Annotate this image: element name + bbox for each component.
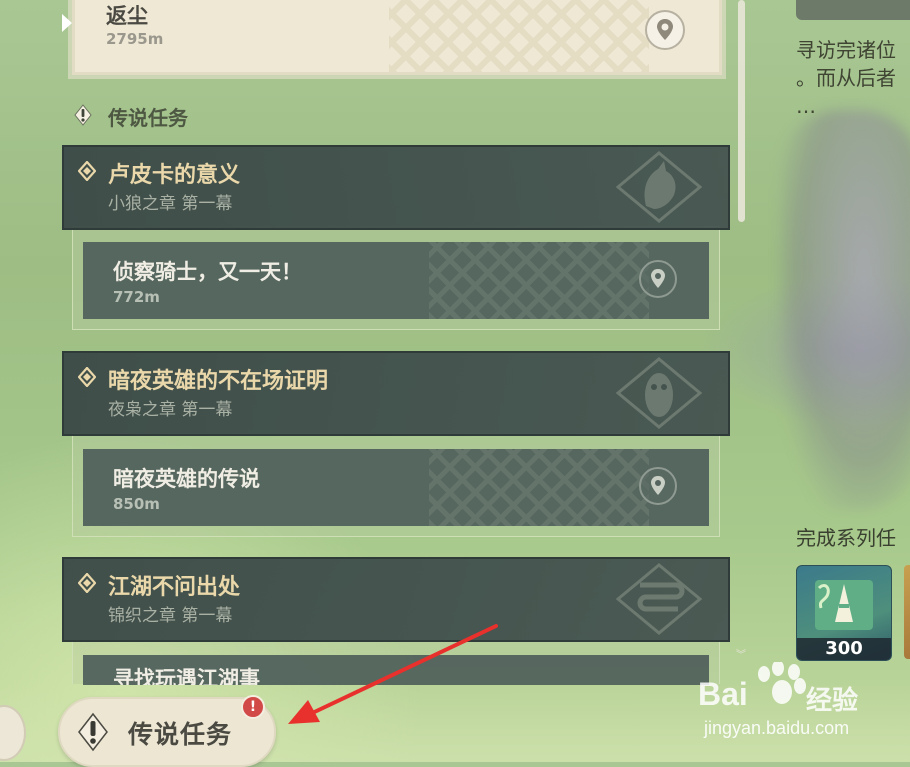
quest-step-distance: 772m — [113, 288, 160, 306]
quest-step-card[interactable]: 暗夜英雄的传说 850m — [83, 449, 709, 526]
adventure-exp-icon — [815, 580, 873, 630]
map-pin-button[interactable] — [639, 467, 677, 505]
quest-diamond-icon — [78, 161, 96, 181]
map-pin-icon — [657, 19, 673, 40]
quest-title: 暗夜英雄的不在场证明 — [108, 369, 329, 394]
map-pin-button[interactable] — [639, 260, 677, 298]
card-pattern — [429, 449, 649, 526]
active-indicator-arrow — [62, 14, 72, 32]
quest-description: 寻访完诸位 。而从后者 … — [796, 36, 910, 120]
notification-badge: ! — [241, 695, 265, 719]
quest-chapter: 夜枭之章 第一幕 — [108, 400, 233, 420]
map-pin-button[interactable] — [645, 10, 685, 50]
reward-item[interactable]: 300 — [796, 565, 892, 661]
active-quest-distance: 2795m — [106, 30, 164, 48]
quest-diamond-icon — [78, 367, 96, 387]
scroll-down-chevron-icon[interactable]: ︾ — [736, 651, 748, 661]
legend-quest-icon — [74, 104, 92, 126]
map-pin-icon — [651, 269, 665, 288]
annotation-arrow-icon — [288, 624, 498, 724]
legend-quest-tab-label: 传说任务 — [128, 720, 233, 749]
quest-step-distance: 850m — [113, 495, 160, 513]
scroll-emblem-icon — [616, 563, 702, 635]
section-title: 传说任务 — [108, 106, 188, 130]
quest-source-chip — [796, 0, 910, 20]
quest-step-title: 暗夜英雄的传说 — [113, 467, 260, 491]
watermark-url: jingyan.baidu.com — [704, 718, 850, 738]
quest-chapter: 小狼之章 第一幕 — [108, 194, 233, 214]
description-line: 寻访完诸位 — [796, 38, 896, 62]
character-portrait — [780, 110, 910, 510]
quest-header-dark-hero[interactable]: 暗夜英雄的不在场证明 夜枭之章 第一幕 — [62, 351, 730, 436]
map-pin-icon — [651, 476, 665, 495]
card-pattern — [429, 242, 649, 319]
quest-step-title: 寻找玩遇江湖事 — [113, 667, 260, 685]
quest-title: 卢皮卡的意义 — [108, 163, 241, 188]
active-quest-card[interactable] — [68, 0, 726, 79]
series-reward-label: 完成系列任 — [796, 526, 896, 550]
owl-emblem-icon — [616, 357, 702, 429]
quest-diamond-icon — [78, 573, 96, 593]
reward-count: 300 — [825, 638, 863, 659]
quest-step-title: 侦察骑士，又一天！ — [113, 260, 302, 284]
wolf-emblem-icon — [616, 151, 702, 223]
quest-list-scrollbar[interactable] — [738, 0, 745, 222]
watermark-brand: Bai — [698, 676, 748, 712]
active-quest-title: 返尘 — [106, 4, 148, 28]
watermark-brand-suffix: 经验 — [806, 686, 859, 716]
description-line: … — [796, 94, 816, 118]
card-pattern — [389, 0, 649, 72]
quest-chapter: 锦织之章 第一幕 — [108, 606, 233, 626]
quest-step-card[interactable]: 侦察骑士，又一天！ 772m — [83, 242, 709, 319]
quest-title: 江湖不问出处 — [108, 575, 241, 600]
description-line: 。而从后者 — [796, 66, 896, 90]
reward-item[interactable] — [904, 565, 910, 659]
legend-quest-icon — [78, 712, 108, 752]
quest-header-lupica[interactable]: 卢皮卡的意义 小狼之章 第一幕 — [62, 145, 730, 230]
